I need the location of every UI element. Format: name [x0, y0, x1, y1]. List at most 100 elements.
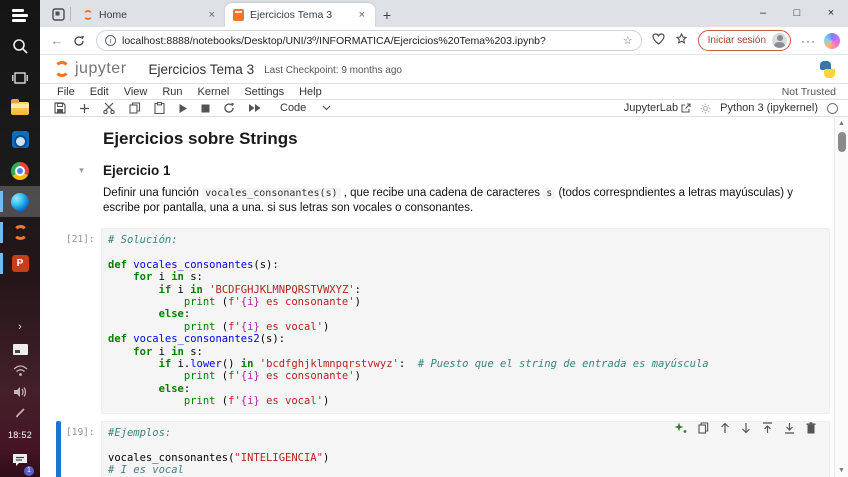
copilot-icon[interactable]	[824, 33, 840, 49]
touch-keyboard-button[interactable]	[0, 338, 40, 360]
tab-ejercicios[interactable]: Ejercicios Tema 3 ×	[225, 3, 375, 27]
code-line: def vocales_consonantes(s):	[108, 259, 823, 271]
code-cell-21[interactable]: [21]: # Solución: def vocales_consonante…	[60, 228, 830, 414]
cell-type-dropdown[interactable]: Code	[280, 102, 331, 114]
code-line: # I es vocal	[108, 464, 823, 476]
markdown-subheading: Ejercicio 1	[103, 163, 171, 178]
jupyter-icon	[13, 225, 28, 240]
menu-view[interactable]: View	[124, 86, 148, 98]
address-bar[interactable]: i localhost:8888/notebooks/Desktop/UNI/3…	[96, 30, 642, 51]
show-hidden-icons-button[interactable]: ›	[0, 316, 40, 338]
refresh-button[interactable]	[68, 35, 90, 47]
menu-help[interactable]: Help	[299, 86, 322, 98]
interrupt-kernel-button[interactable]	[201, 104, 210, 113]
menu-edit[interactable]: Edit	[90, 86, 109, 98]
run-all-icon	[248, 103, 261, 113]
paste-cell-button[interactable]	[154, 102, 165, 114]
menu-run[interactable]: Run	[162, 86, 182, 98]
taskbar-edge[interactable]	[0, 186, 40, 217]
insert-cell-button[interactable]	[79, 103, 90, 114]
code-input[interactable]: # Solución: def vocales_consonantes(s): …	[101, 228, 830, 414]
network-button[interactable]	[0, 360, 40, 381]
notebook-title[interactable]: Ejercicios Tema 3	[149, 62, 255, 77]
menu-kernel[interactable]: Kernel	[198, 86, 230, 98]
signin-button[interactable]: Iniciar sesión	[698, 30, 791, 51]
scroll-up-icon[interactable]: ▲	[838, 117, 845, 130]
screen: P › 18:52 1	[0, 0, 848, 477]
move-cell-down-button[interactable]	[741, 422, 751, 434]
checkpoint-text: Last Checkpoint: 9 months ago	[264, 65, 402, 76]
taskbar-outlook[interactable]	[0, 124, 40, 155]
task-view-button[interactable]	[0, 62, 40, 93]
cell-toolbar	[670, 420, 820, 436]
scroll-down-icon[interactable]: ▼	[838, 464, 845, 477]
jupyter-header: jupyter Ejercicios Tema 3 Last Checkpoin…	[40, 55, 848, 83]
close-button[interactable]: ×	[814, 0, 848, 26]
insert-cell-below-button[interactable]	[784, 422, 795, 434]
ai-generate-button[interactable]	[674, 422, 687, 434]
heading-collapser-icon[interactable]: ▾	[60, 165, 103, 176]
favorites-button[interactable]	[675, 32, 688, 50]
run-all-button[interactable]	[248, 103, 261, 113]
code-line: if i in 'BCDFGHJKLMNPQRSTVWXYZ':	[108, 284, 823, 296]
new-tab-button[interactable]: +	[375, 3, 399, 27]
close-tab-icon[interactable]: ×	[207, 9, 217, 21]
wifi-icon	[13, 365, 28, 377]
volume-button[interactable]	[0, 381, 40, 402]
scrollbar-thumb[interactable]	[838, 132, 846, 152]
browser-menu-button[interactable]: ···	[801, 34, 816, 48]
jupyter-logo[interactable]: jupyter	[54, 60, 127, 78]
favorites-icon	[675, 33, 688, 45]
duplicate-cell-button[interactable]	[698, 422, 709, 434]
menu-file[interactable]: File	[57, 86, 75, 98]
trust-status[interactable]: Not Trusted	[782, 86, 836, 98]
notification-badge: 1	[24, 466, 34, 476]
browser-essentials-icon	[652, 33, 665, 45]
copy-cell-button[interactable]	[129, 102, 141, 114]
menu-settings[interactable]: Settings	[244, 86, 284, 98]
notebook-scrollbar[interactable]: ▲ ▼	[834, 117, 848, 477]
open-jupyterlab-link[interactable]: JupyterLab	[624, 102, 691, 114]
insert-cell-above-button[interactable]	[762, 422, 773, 434]
delete-cell-button[interactable]	[806, 422, 816, 434]
powerpoint-icon: P	[12, 255, 29, 272]
taskbar-file-explorer[interactable]	[0, 93, 40, 124]
code-line: print (f'{i} es vocal')	[108, 321, 823, 333]
code-line: print (f'{i} es consonante')	[108, 296, 823, 308]
search-icon	[12, 38, 29, 55]
code-cell-19[interactable]: [19]: #Ejemplos: vocales_consonantes("IN…	[60, 421, 830, 477]
start-button[interactable]	[0, 0, 40, 31]
notebook-area: Ejercicios sobre Strings ▾ Ejercicio 1 D…	[40, 117, 848, 477]
minimize-button[interactable]: –	[746, 0, 780, 26]
running-indicator	[0, 222, 3, 243]
taskbar-powerpoint[interactable]: P	[0, 248, 40, 279]
code-line	[108, 246, 823, 258]
windows-ink-button[interactable]	[0, 402, 40, 423]
arrow-down-icon	[741, 422, 751, 434]
taskbar-chrome[interactable]	[0, 155, 40, 186]
cut-cell-button[interactable]	[103, 102, 116, 114]
maximize-button[interactable]: □	[780, 0, 814, 26]
tab-home[interactable]: Home ×	[75, 3, 225, 27]
favorite-star-icon[interactable]: ☆	[623, 34, 633, 47]
save-button[interactable]	[54, 102, 66, 114]
kernel-name[interactable]: Python 3 (ipykernel)	[720, 102, 818, 114]
code-line: vocales_consonantes("INTELIGENCIA")	[108, 452, 823, 464]
jupyter-toolbar: Code JupyterLab Python 3 (ipykernel)	[40, 100, 848, 117]
code-line: print (f'{i} es vocal')	[108, 395, 823, 407]
browser-essentials-button[interactable]	[652, 32, 665, 50]
file-explorer-icon	[11, 102, 29, 115]
move-cell-up-button[interactable]	[720, 422, 730, 434]
site-info-icon[interactable]: i	[105, 35, 116, 46]
run-cell-button[interactable]	[178, 103, 188, 114]
back-button[interactable]: ←	[46, 33, 68, 48]
close-tab-icon[interactable]: ×	[357, 9, 367, 21]
restart-kernel-button[interactable]	[223, 102, 235, 114]
taskbar-search-button[interactable]	[0, 31, 40, 62]
action-center-button[interactable]: 1	[0, 447, 40, 477]
taskbar-clock[interactable]: 18:52	[0, 423, 40, 447]
running-indicator	[0, 191, 3, 212]
gear-icon[interactable]	[700, 103, 711, 114]
taskbar-jupyter[interactable]	[0, 217, 40, 248]
tab-actions-button[interactable]	[46, 4, 70, 24]
